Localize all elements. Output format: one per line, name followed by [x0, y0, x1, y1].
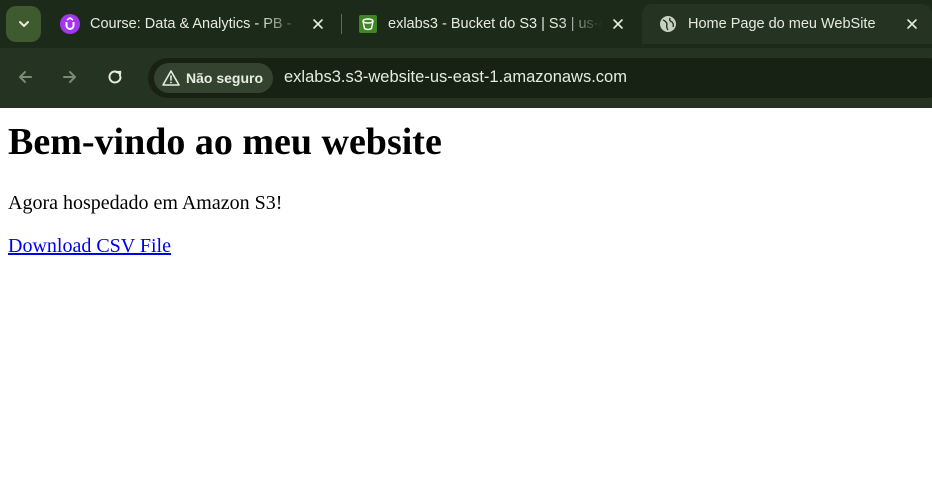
tab-strip: Course: Data & Analytics - PB - exlabs3 …	[0, 0, 932, 48]
chevron-down-icon	[18, 21, 29, 27]
arrow-right-icon	[63, 71, 76, 83]
tab-course[interactable]: Course: Data & Analytics - PB -	[44, 4, 338, 44]
security-label: Não seguro	[186, 70, 264, 86]
tab-title: Home Page do meu WebSite	[688, 16, 876, 32]
reload-icon	[108, 70, 122, 84]
aws-s3-icon	[358, 14, 378, 34]
download-csv-link[interactable]: Download CSV File	[8, 235, 171, 258]
globe-icon	[658, 14, 678, 34]
back-button[interactable]	[8, 60, 42, 94]
browser-window: Course: Data & Analytics - PB - exlabs3 …	[0, 0, 932, 108]
browser-toolbar: Não seguro exlabs3.s3-website-us-east-1.…	[0, 48, 932, 108]
page-subtitle: Agora hospedado em Amazon S3!	[8, 192, 283, 214]
web-page: Bem-vindo ao meu website Agora hospedado…	[0, 108, 932, 492]
tab-home-page[interactable]: Home Page do meu WebSite	[642, 4, 932, 44]
security-indicator[interactable]: Não seguro	[154, 63, 274, 93]
arrow-left-icon	[19, 71, 32, 83]
close-icon[interactable]	[310, 16, 326, 32]
close-icon[interactable]	[904, 16, 920, 32]
tab-s3-bucket[interactable]: exlabs3 - Bucket do S3 | S3 | us-east-1	[342, 4, 638, 44]
url-text[interactable]: exlabs3.s3-website-us-east-1.amazonaws.c…	[284, 68, 627, 87]
reload-button[interactable]	[98, 60, 132, 94]
close-icon[interactable]	[610, 16, 626, 32]
warning-icon	[162, 70, 180, 86]
forward-button[interactable]	[53, 60, 87, 94]
tab-title: Course: Data & Analytics - PB -	[90, 16, 292, 32]
tab-search-button[interactable]	[6, 6, 41, 42]
address-bar[interactable]: Não seguro exlabs3.s3-website-us-east-1.…	[148, 58, 932, 98]
tab-title: exlabs3 - Bucket do S3 | S3 | us-east-1	[388, 16, 602, 32]
page-title: Bem-vindo ao meu website	[8, 121, 442, 163]
udemy-logo-icon	[60, 14, 80, 34]
